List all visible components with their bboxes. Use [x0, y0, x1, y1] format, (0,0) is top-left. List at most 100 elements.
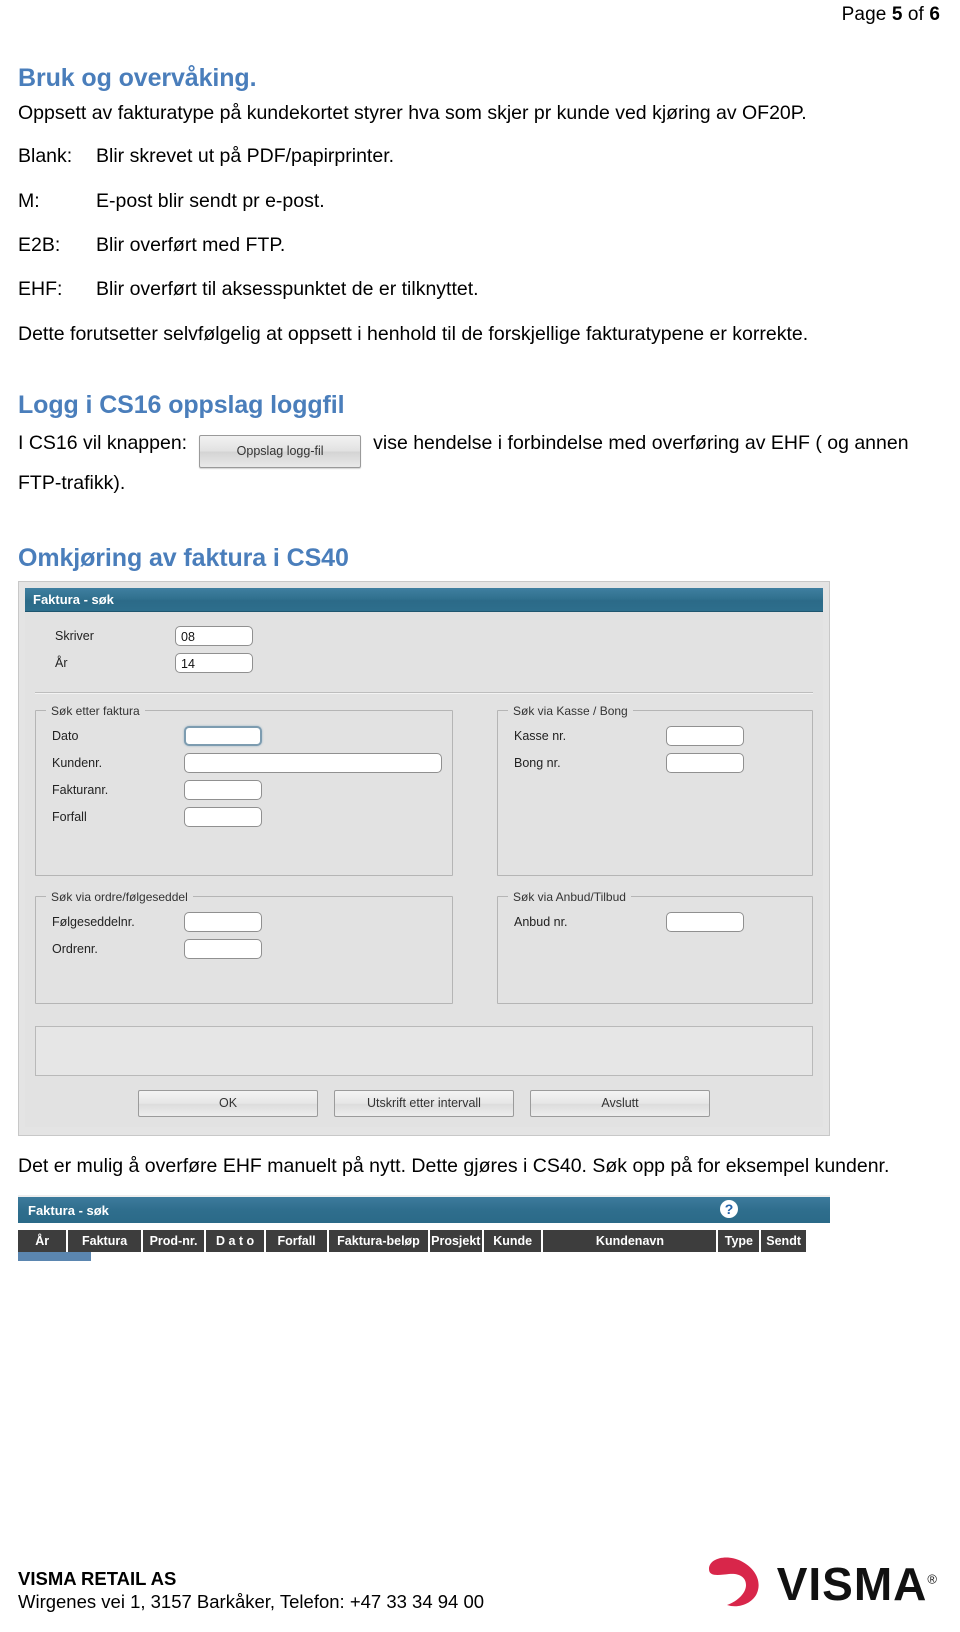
column-header-ar[interactable]: År — [18, 1230, 69, 1253]
document-page: Page 5 of 6 Bruk og overvåking. Oppsett … — [0, 0, 960, 1632]
definition-row-blank: Blank: Blir skrevet ut på PDF/papirprint… — [18, 144, 942, 169]
kasse-nr-label: Kasse nr. — [514, 728, 567, 743]
ok-button[interactable]: OK — [138, 1089, 318, 1117]
registered-trademark-icon: ® — [927, 1571, 938, 1587]
visma-wordmark: VISMA® — [777, 1561, 938, 1607]
kundenr-label: Kundenr. — [52, 755, 103, 770]
dialog-divider — [35, 691, 813, 694]
column-header-kunde[interactable]: Kunde — [484, 1230, 544, 1253]
definition-description: Blir overført til aksesspunktet de er ti… — [96, 278, 479, 301]
definition-term: EHF: — [18, 278, 63, 301]
result-titlebar: Faktura - søk ? — [18, 1195, 830, 1224]
ar-input[interactable]: 14 — [175, 652, 253, 673]
column-header-prod-nr[interactable]: Prod-nr. — [143, 1230, 207, 1253]
group-legend-sok-etter-faktura: Søk etter faktura — [51, 703, 140, 718]
group-sok-etter-faktura: Søk etter faktura Dato Kundenr. Fakturan… — [35, 703, 453, 876]
column-header-sendt[interactable]: Sendt — [761, 1230, 808, 1253]
page-of-label: of — [907, 4, 924, 25]
column-header-faktura[interactable]: Faktura — [68, 1230, 143, 1253]
help-icon[interactable]: ? — [720, 1200, 738, 1219]
oppslag-logg-fil-button[interactable]: Oppslag logg-fil — [199, 435, 362, 469]
ordrenr-label: Ordrenr. — [52, 941, 98, 956]
footer-company-name: VISMA RETAIL AS — [18, 1567, 177, 1589]
group-sok-via-ordre: Søk via ordre/følgeseddel Følgeseddelnr.… — [35, 889, 453, 1004]
avslutt-button[interactable]: Avslutt — [530, 1089, 710, 1117]
ordrenr-input[interactable] — [184, 938, 262, 959]
dialog-top-fields: Skriver 08 År 14 — [33, 622, 815, 688]
heading-omkjoring-cs40: Omkjøring av faktura i CS40 — [18, 543, 349, 572]
faktura-sok-result-screenshot: Faktura - søk ? År Faktura Prod-nr. D a … — [18, 1195, 830, 1274]
group-sok-via-anbud: Søk via Anbud/Tilbud Anbud nr. — [497, 889, 813, 1004]
dialog-body: Skriver 08 År 14 Søk etter faktura Dato — [25, 611, 823, 1127]
total-page-number: 6 — [929, 4, 940, 25]
fakturanr-label: Fakturanr. — [52, 782, 109, 797]
column-header-forfall[interactable]: Forfall — [266, 1230, 330, 1253]
heading-logg-i-cs16: Logg i CS16 oppslag loggfil — [18, 391, 345, 420]
definition-row-ehf: EHF: Blir overført til aksesspunktet de … — [18, 277, 942, 302]
faktura-sok-dialog-screenshot: Faktura - søk Skriver 08 År 14 Søk etter… — [18, 580, 830, 1136]
heading-bruk-og-overvaking: Bruk og overvåking. — [18, 64, 257, 92]
column-header-dato[interactable]: D a t o — [206, 1230, 266, 1253]
paragraph-omkjoring-note: Det er mulig å overføre EHF manuelt på n… — [18, 1154, 890, 1177]
definition-description: Blir skrevet ut på PDF/papirprinter. — [96, 145, 395, 168]
visma-wordmark-text: VISMA — [776, 1557, 928, 1610]
field-row-folgeseddelnr: Følgeseddelnr. — [46, 911, 442, 932]
column-header-prosjekt[interactable]: Prosjekt — [430, 1230, 484, 1253]
page-label: Page — [841, 4, 887, 25]
definition-term: E2B: — [18, 234, 61, 257]
group-legend-sok-via-ordre: Søk via ordre/følgeseddel — [51, 889, 188, 904]
definition-term: M: — [18, 189, 40, 212]
dato-label: Dato — [52, 728, 79, 743]
result-window-title: Faktura - søk — [28, 1202, 109, 1218]
forfall-input[interactable] — [184, 806, 262, 827]
group-sok-via-kasse-bong: Søk via Kasse / Bong Kasse nr. Bong nr. — [497, 703, 813, 876]
field-row-kundenr: Kundenr. — [46, 752, 442, 773]
column-header-type[interactable]: Type — [718, 1230, 762, 1253]
visma-flame-icon — [705, 1555, 767, 1614]
column-header-faktura-belop[interactable]: Faktura-beløp — [329, 1230, 430, 1253]
anbud-nr-input[interactable] — [666, 911, 744, 932]
folgeseddelnr-label: Følgeseddelnr. — [52, 914, 135, 929]
page-footer: VISMA RETAIL AS Wirgenes vei 1, 3157 Bar… — [18, 1555, 942, 1614]
group-legend-sok-via-anbud: Søk via Anbud/Tilbud — [513, 889, 626, 904]
result-grid-header-row: År Faktura Prod-nr. D a t o Forfall Fakt… — [18, 1230, 822, 1253]
fakturatype-definition-list: Blank: Blir skrevet ut på PDF/papirprint… — [18, 144, 942, 302]
kundenr-input[interactable] — [184, 752, 442, 773]
definition-description: Blir overført med FTP. — [96, 234, 286, 257]
field-row-bong-nr: Bong nr. — [508, 752, 802, 773]
field-row-dato: Dato — [46, 725, 442, 746]
folgeseddelnr-input[interactable] — [184, 911, 262, 932]
skriver-input[interactable]: 08 — [175, 625, 253, 646]
dialog-left-column: Søk etter faktura Dato Kundenr. Fakturan… — [35, 703, 453, 1018]
paragraph-forutsetter-note: Dette forutsetter selvfølgelig at oppset… — [18, 322, 809, 345]
current-page-number: 5 — [891, 4, 903, 25]
kasse-nr-input[interactable] — [666, 725, 744, 746]
field-row-ar: År 14 — [55, 652, 815, 673]
definition-term: Blank: — [18, 145, 73, 168]
field-row-fakturanr: Fakturanr. — [46, 779, 442, 800]
field-row-forfall: Forfall — [46, 806, 442, 827]
bong-nr-input[interactable] — [666, 752, 744, 773]
definition-row-m: M: E-post blir sendt pr e-post. — [18, 189, 942, 214]
dato-input[interactable] — [184, 725, 262, 746]
bong-nr-label: Bong nr. — [514, 755, 561, 770]
dialog-titlebar: Faktura - søk — [25, 587, 823, 612]
footer-contact-block: VISMA RETAIL AS Wirgenes vei 1, 3157 Bar… — [18, 1567, 484, 1614]
dialog-title: Faktura - søk — [33, 591, 114, 607]
utskrift-etter-intervall-button[interactable]: Utskrift etter intervall — [334, 1089, 514, 1117]
anbud-nr-label: Anbud nr. — [514, 914, 568, 929]
definition-description: E-post blir sendt pr e-post. — [96, 189, 325, 212]
footer-address: Wirgenes vei 1, 3157 Barkåker, Telefon: … — [18, 1591, 485, 1613]
fakturanr-input[interactable] — [184, 779, 262, 800]
paragraph-logg-description: I CS16 vil knappen: Oppslag logg-fil vise … — [18, 428, 942, 500]
forfall-label: Forfall — [52, 809, 87, 824]
group-legend-sok-via-kasse-bong: Søk via Kasse / Bong — [513, 703, 628, 718]
result-grid-clip-edge — [18, 1263, 778, 1274]
visma-logo: VISMA® — [705, 1555, 942, 1614]
skriver-label: Skriver — [55, 628, 94, 643]
logg-text-before: I CS16 vil knappen: — [18, 432, 188, 455]
column-header-kundenavn[interactable]: Kundenavn — [543, 1230, 719, 1253]
dialog-result-listbox[interactable] — [35, 1025, 813, 1076]
ar-label: År — [55, 655, 68, 670]
dialog-button-bar: OK Utskrift etter intervall Avslutt — [33, 1089, 815, 1121]
